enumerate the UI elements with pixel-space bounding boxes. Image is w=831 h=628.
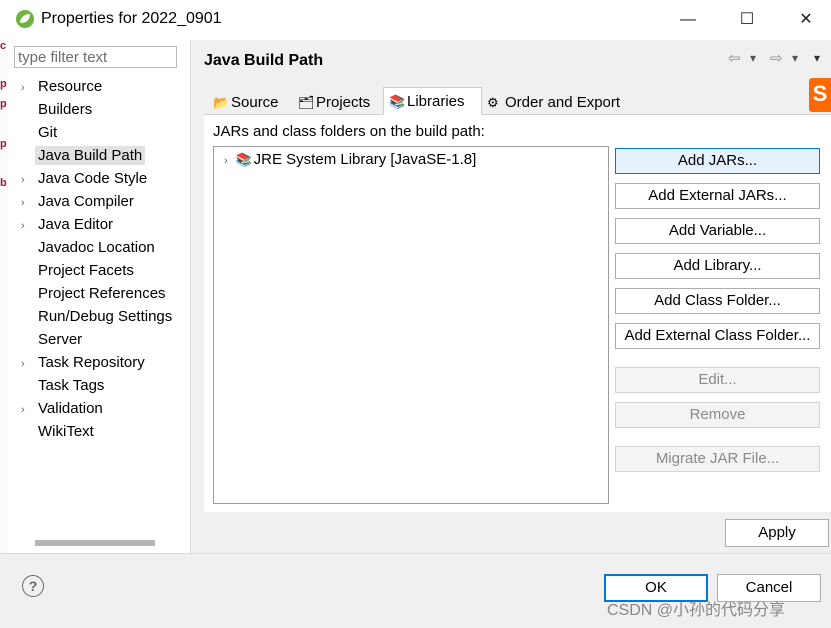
add-library-button[interactable]: Add Library...	[615, 253, 820, 279]
tab-label: Libraries	[407, 93, 465, 110]
add-jars-button[interactable]: Add JARs...	[615, 148, 820, 174]
add-external-class-folder-button[interactable]: Add External Class Folder...	[615, 323, 820, 349]
library-icon: 📚	[235, 152, 252, 167]
nav-item-validation[interactable]: › Validation	[21, 397, 103, 420]
chevron-right-icon[interactable]: ›	[21, 192, 38, 215]
chevron-right-icon[interactable]: ›	[21, 77, 38, 100]
nav-item-label: Project References	[38, 285, 166, 302]
strip-glyph: b	[0, 177, 7, 189]
tab-libraries[interactable]: 📚 Libraries	[383, 87, 482, 115]
add-external-jars-button[interactable]: Add External JARs...	[615, 183, 820, 209]
nav-item-javadoc-location[interactable]: Javadoc Location	[21, 236, 155, 259]
back-menu-chevron-icon[interactable]: ▾	[750, 51, 756, 65]
strip-glyph: p	[0, 138, 7, 150]
nav-item-server[interactable]: Server	[21, 328, 82, 351]
apply-button[interactable]: Apply	[725, 519, 829, 547]
nav-item-builders[interactable]: Builders	[21, 98, 92, 121]
back-arrow-icon[interactable]: ⇦	[728, 49, 741, 67]
library-tree[interactable]	[213, 146, 609, 504]
tab-order-and-export[interactable]: ⚙ Order and Export	[482, 91, 625, 114]
source-folder-icon: 📂	[213, 95, 230, 110]
tab-label: Source	[231, 94, 279, 111]
nav-item-project-references[interactable]: Project References	[21, 282, 166, 305]
chevron-right-icon[interactable]: ›	[224, 155, 228, 167]
nav-item-java-code-style[interactable]: › Java Code Style	[21, 167, 147, 190]
tab-label: Order and Export	[505, 94, 621, 111]
remove-button[interactable]: Remove	[615, 402, 820, 428]
nav-item-label: Git	[38, 124, 58, 141]
forward-arrow-icon[interactable]: ⇨	[770, 49, 783, 67]
chevron-right-icon[interactable]: ›	[21, 399, 38, 422]
nav-item-label: Java Compiler	[38, 193, 134, 210]
nav-item-label: Run/Debug Settings	[38, 308, 173, 325]
spring-leaf-icon	[16, 10, 34, 28]
brand-logo-icon: S	[809, 78, 831, 112]
nav-item-wikitext[interactable]: WikiText	[21, 420, 94, 443]
build-path-label: JARs and class folders on the build path…	[213, 123, 485, 140]
nav-item-label: Builders	[38, 101, 93, 118]
filter-input[interactable]	[14, 46, 177, 68]
close-button[interactable]: ✕	[786, 6, 826, 34]
tab-divider	[204, 114, 831, 115]
nav-item-project-facets[interactable]: Project Facets	[21, 259, 134, 282]
strip-glyph: p	[0, 78, 7, 90]
chevron-right-icon[interactable]: ›	[21, 353, 38, 376]
tab-label: Projects	[316, 94, 371, 111]
nav-item-java-editor[interactable]: › Java Editor	[21, 213, 113, 236]
tab-projects[interactable]: 🗂Projects	[293, 91, 375, 114]
nav-item-label: Task Repository	[38, 354, 145, 371]
window-title: Properties for 2022_0901	[41, 10, 222, 27]
horizontal-scrollbar[interactable]	[35, 540, 155, 546]
strip-glyph: c	[0, 40, 7, 52]
library-label: JRE System Library [JavaSE-1.8]	[253, 151, 477, 168]
nav-item-resource[interactable]: › Resource	[21, 75, 102, 98]
forward-menu-chevron-icon[interactable]: ▾	[792, 51, 798, 65]
chevron-right-icon[interactable]: ›	[21, 215, 38, 238]
migrate-jar-button[interactable]: Migrate JAR File...	[615, 446, 820, 472]
projects-icon: 🗂	[298, 95, 315, 110]
nav-item-label: Java Code Style	[38, 170, 148, 187]
maximize-button[interactable]: ☐	[727, 6, 767, 34]
nav-item-label: WikiText	[38, 423, 94, 440]
nav-item-run-debug-settings[interactable]: Run/Debug Settings	[21, 305, 183, 328]
order-export-icon: ⚙	[487, 95, 499, 110]
strip-glyph: p	[0, 98, 7, 110]
nav-item-label: Validation	[38, 400, 103, 417]
help-icon[interactable]: ?	[22, 575, 44, 597]
nav-item-task-tags[interactable]: Task Tags	[21, 374, 104, 397]
nav-item-label: Project Facets	[38, 262, 134, 279]
nav-item-label: Java Editor	[38, 216, 114, 233]
libraries-icon: 📚	[389, 94, 406, 109]
nav-item-java-compiler[interactable]: › Java Compiler	[21, 190, 134, 213]
nav-item-label: Javadoc Location	[38, 239, 155, 256]
library-row-jre[interactable]: › 📚 JRE System Library [JavaSE-1.8]	[224, 151, 476, 168]
chevron-right-icon[interactable]: ›	[21, 169, 38, 192]
nav-item-git[interactable]: Git	[21, 121, 57, 144]
nav-item-label: Resource	[38, 78, 103, 95]
view-menu-icon[interactable]: ▾	[814, 51, 820, 65]
nav-item-label: Java Build Path	[35, 146, 146, 165]
page-title: Java Build Path	[204, 52, 324, 69]
minimize-button[interactable]: —	[668, 6, 708, 34]
nav-item-label: Task Tags	[38, 377, 105, 394]
watermark: CSDN @小孙的代码分享	[607, 602, 786, 619]
tab-source[interactable]: 📂 Source	[208, 91, 284, 114]
add-variable-button[interactable]: Add Variable...	[615, 218, 820, 244]
edit-button[interactable]: Edit...	[615, 367, 820, 393]
nav-item-label: Server	[38, 331, 83, 348]
nav-item-java-build-path[interactable]: Java Build Path	[21, 144, 146, 167]
add-class-folder-button[interactable]: Add Class Folder...	[615, 288, 820, 314]
nav-item-task-repository[interactable]: › Task Repository	[21, 351, 145, 374]
